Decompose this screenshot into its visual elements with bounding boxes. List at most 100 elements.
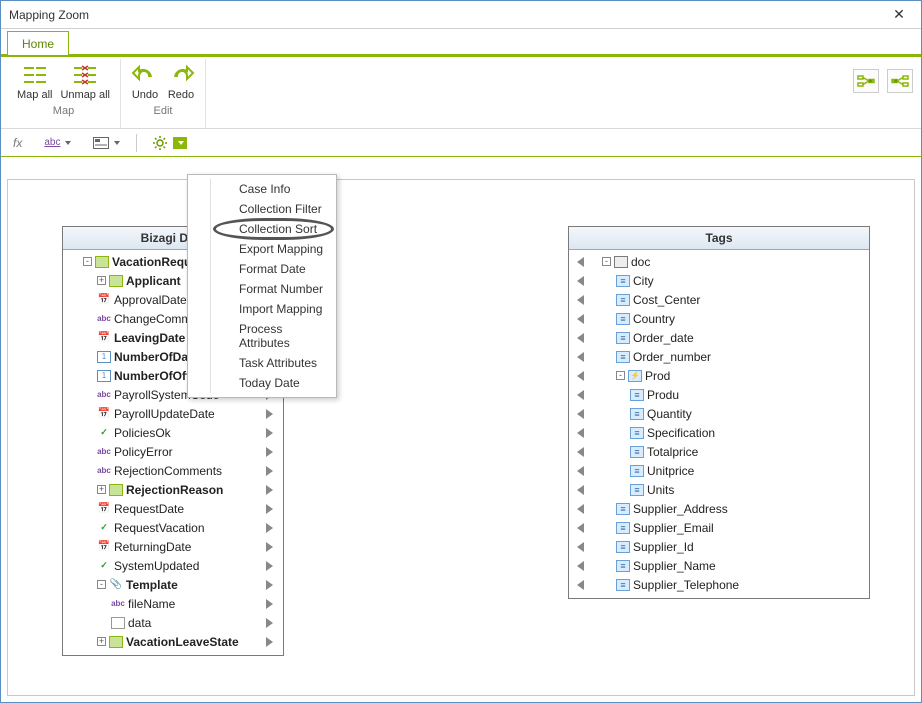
source-tree-row[interactable]: 📅RequestDate: [65, 499, 283, 518]
source-tree-row[interactable]: 📅ReturningDate: [65, 537, 283, 556]
menu-item-export-mapping[interactable]: Export Mapping: [211, 239, 336, 259]
source-tree-row[interactable]: ✓SystemUpdated: [65, 556, 283, 575]
source-tree-row[interactable]: abcPolicyError: [65, 442, 283, 461]
map-handle-icon[interactable]: [266, 637, 273, 647]
target-tree-row[interactable]: -⚡Prod: [571, 366, 867, 385]
target-tree-row[interactable]: ≡Unitprice: [571, 461, 867, 480]
map-handle-icon[interactable]: [577, 257, 584, 267]
target-tree-row[interactable]: ≡Supplier_Email: [571, 518, 867, 537]
fx-button[interactable]: fx: [7, 132, 28, 154]
map-handle-icon[interactable]: [577, 466, 584, 476]
menu-item-collection-filter[interactable]: Collection Filter: [211, 199, 336, 219]
source-tree-row[interactable]: data: [65, 613, 283, 632]
expand-icon[interactable]: +: [97, 276, 106, 285]
map-handle-icon[interactable]: [577, 352, 584, 362]
target-tree-row[interactable]: ≡Supplier_Id: [571, 537, 867, 556]
menu-item-format-number[interactable]: Format Number: [211, 279, 336, 299]
target-tree-row[interactable]: ≡Quantity: [571, 404, 867, 423]
map-handle-icon[interactable]: [577, 333, 584, 343]
target-tree-row[interactable]: ≡Order_number: [571, 347, 867, 366]
map-handle-icon[interactable]: [266, 618, 273, 628]
map-all-button[interactable]: Map all: [13, 59, 56, 103]
map-handle-icon[interactable]: [577, 561, 584, 571]
abc-button[interactable]: abc: [38, 133, 77, 152]
map-handle-icon[interactable]: [577, 371, 584, 381]
target-tree-row[interactable]: ≡Country: [571, 309, 867, 328]
source-tree-row[interactable]: ✓PoliciesOk: [65, 423, 283, 442]
date-icon: 📅: [97, 408, 111, 420]
target-tree-row[interactable]: -doc: [571, 252, 867, 271]
panel-icon-button[interactable]: [87, 133, 126, 153]
undo-button[interactable]: Undo: [127, 59, 163, 103]
source-tree-row[interactable]: -📎Template: [65, 575, 283, 594]
collapse-icon[interactable]: -: [97, 580, 106, 589]
collapse-icon[interactable]: -: [616, 371, 625, 380]
map-handle-icon[interactable]: [266, 542, 273, 552]
map-handle-icon[interactable]: [266, 409, 273, 419]
target-tree-row[interactable]: ≡Order_date: [571, 328, 867, 347]
tree-item-label: data: [128, 616, 283, 630]
tag-icon: ≡: [616, 503, 630, 515]
show-prev-button[interactable]: [887, 69, 913, 93]
map-handle-icon[interactable]: [266, 523, 273, 533]
map-handle-icon[interactable]: [577, 542, 584, 552]
menu-item-import-mapping[interactable]: Import Mapping: [211, 299, 336, 319]
map-handle-icon[interactable]: [577, 409, 584, 419]
tag-icon: ≡: [630, 427, 644, 439]
map-handle-icon[interactable]: [266, 561, 273, 571]
target-tree-row[interactable]: ≡Totalprice: [571, 442, 867, 461]
source-tree-row[interactable]: ✓RequestVacation: [65, 518, 283, 537]
source-tree-row[interactable]: abcRejectionComments: [65, 461, 283, 480]
map-handle-icon[interactable]: [266, 504, 273, 514]
target-tree[interactable]: -doc≡City≡Cost_Center≡Country≡Order_date…: [569, 250, 869, 598]
menu-item-today-date[interactable]: Today Date: [211, 373, 336, 393]
map-handle-icon[interactable]: [266, 599, 273, 609]
map-handle-icon[interactable]: [577, 295, 584, 305]
source-tree-row[interactable]: +RejectionReason: [65, 480, 283, 499]
map-handle-icon[interactable]: [266, 580, 273, 590]
map-handle-icon[interactable]: [266, 485, 273, 495]
gear-split-button[interactable]: [147, 131, 187, 155]
gear-dropdown-toggle[interactable]: [173, 137, 187, 149]
target-tree-row[interactable]: ≡Supplier_Telephone: [571, 575, 867, 594]
target-tree-row[interactable]: ≡City: [571, 271, 867, 290]
tree-item-label: VacationLeaveState: [126, 635, 283, 649]
tab-home[interactable]: Home: [7, 31, 69, 55]
gear-button[interactable]: [147, 131, 173, 155]
map-handle-icon[interactable]: [577, 276, 584, 286]
map-handle-icon[interactable]: [577, 504, 584, 514]
collapse-icon[interactable]: -: [602, 257, 611, 266]
menu-item-case-info[interactable]: Case Info: [211, 179, 336, 199]
target-tree-row[interactable]: ≡Supplier_Name: [571, 556, 867, 575]
map-handle-icon[interactable]: [577, 485, 584, 495]
target-tree-row[interactable]: ≡Cost_Center: [571, 290, 867, 309]
close-button[interactable]: ✕: [885, 4, 913, 26]
menu-item-task-attributes[interactable]: Task Attributes: [211, 353, 336, 373]
map-handle-icon[interactable]: [577, 523, 584, 533]
map-handle-icon[interactable]: [266, 466, 273, 476]
expand-icon[interactable]: +: [97, 637, 106, 646]
source-tree-row[interactable]: 📅PayrollUpdateDate: [65, 404, 283, 423]
target-tree-row[interactable]: ≡Units: [571, 480, 867, 499]
map-handle-icon[interactable]: [577, 580, 584, 590]
menu-item-collection-sort[interactable]: Collection Sort: [211, 219, 336, 239]
source-tree-row[interactable]: + VacationLeaveState: [65, 632, 283, 651]
collapse-icon[interactable]: -: [83, 257, 92, 266]
unmap-all-button[interactable]: Unmap all: [56, 59, 114, 103]
map-handle-icon[interactable]: [577, 314, 584, 324]
tag-icon: ≡: [616, 522, 630, 534]
target-tree-row[interactable]: ≡Produ: [571, 385, 867, 404]
map-handle-icon[interactable]: [577, 390, 584, 400]
map-handle-icon[interactable]: [577, 428, 584, 438]
redo-button[interactable]: Redo: [163, 59, 199, 103]
expand-icon[interactable]: +: [97, 485, 106, 494]
target-tree-row[interactable]: ≡Specification: [571, 423, 867, 442]
map-handle-icon[interactable]: [266, 447, 273, 457]
menu-item-process-attributes[interactable]: Process Attributes: [211, 319, 336, 353]
map-handle-icon[interactable]: [577, 447, 584, 457]
map-handle-icon[interactable]: [266, 428, 273, 438]
source-tree-row[interactable]: abcfileName: [65, 594, 283, 613]
target-tree-row[interactable]: ≡Supplier_Address: [571, 499, 867, 518]
show-next-button[interactable]: [853, 69, 879, 93]
menu-item-format-date[interactable]: Format Date: [211, 259, 336, 279]
